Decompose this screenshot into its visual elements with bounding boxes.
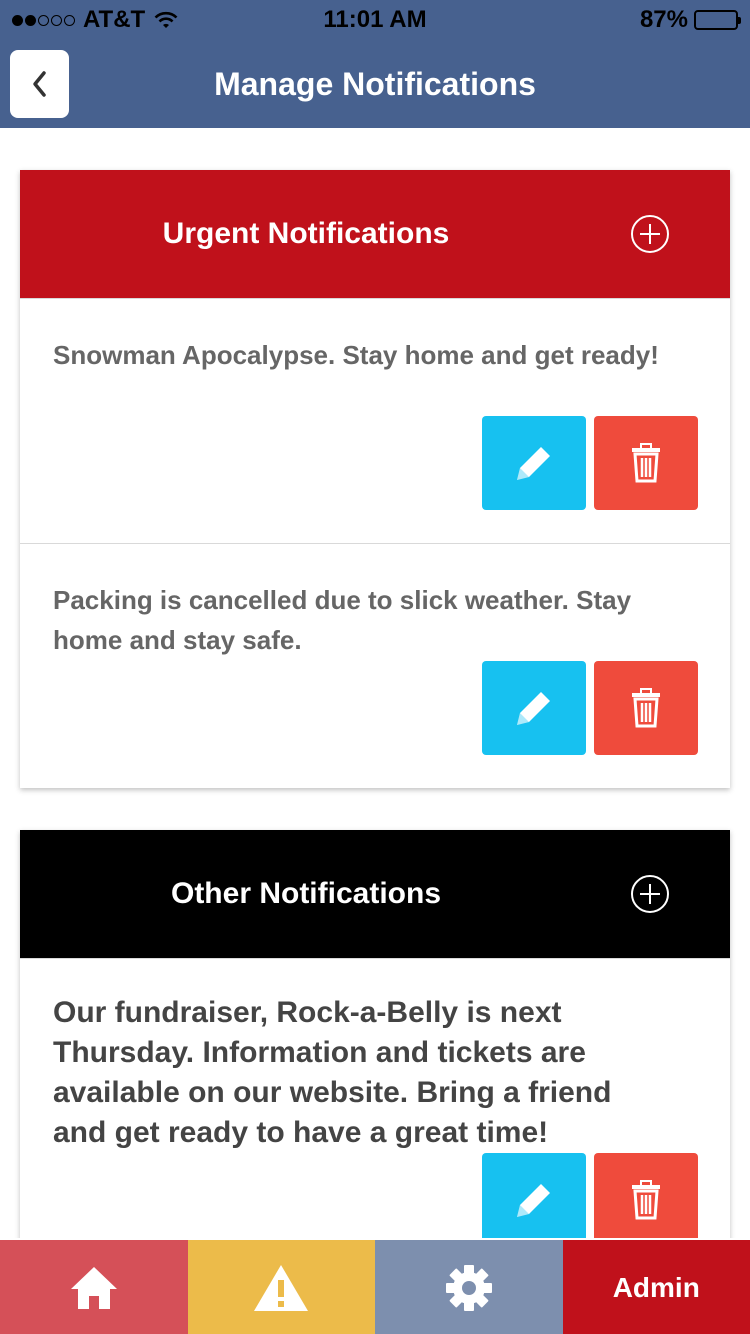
tab-bar: Admin [0, 1238, 750, 1334]
delete-button[interactable] [594, 661, 698, 755]
trash-icon [632, 443, 660, 483]
urgent-notifications-title: Urgent Notifications [162, 217, 450, 250]
tab-settings[interactable] [375, 1240, 563, 1334]
clock: 11:01 AM [323, 6, 427, 33]
home-icon [70, 1267, 117, 1309]
edit-button[interactable] [482, 416, 586, 510]
add-urgent-notification-icon[interactable] [630, 214, 670, 254]
list-item: Our fundraiser, Rock-a-Belly is next Thu… [20, 958, 730, 1250]
battery-percent: 87% [639, 6, 688, 33]
status-bar: AT&T 11:01 AM 87% [0, 0, 750, 40]
page-title: Manage Notifications [214, 66, 536, 102]
chevron-left-icon [32, 71, 46, 97]
tab-admin[interactable]: Admin [562, 1240, 750, 1334]
notification-text: Snowman Apocalypse. Stay home and get re… [53, 340, 659, 370]
warning-icon [254, 1265, 309, 1311]
pencil-icon [517, 1184, 550, 1217]
battery-icon [694, 10, 741, 30]
other-notifications-card: Other Notifications Our fundraiser, Rock… [20, 830, 730, 1250]
gear-icon [445, 1265, 492, 1311]
urgent-notifications-header: Urgent Notifications [20, 170, 730, 298]
other-notifications-header: Other Notifications [20, 830, 730, 958]
delete-button[interactable] [594, 416, 698, 510]
list-item: Packing is cancelled due to slick weathe… [20, 543, 730, 788]
trash-icon [632, 1180, 660, 1220]
back-button[interactable] [10, 50, 69, 118]
tab-alerts[interactable] [187, 1240, 375, 1334]
battery-status: 87% [639, 6, 741, 34]
tab-admin-label: Admin [612, 1272, 700, 1303]
notification-text: Our fundraiser, Rock-a-Belly is next Thu… [53, 996, 612, 1149]
urgent-notifications-card: Urgent Notifications Snowman Apocalypse.… [20, 170, 730, 788]
trash-icon [632, 688, 660, 728]
notification-text: Packing is cancelled due to slick weathe… [53, 585, 632, 655]
add-other-notification-icon[interactable] [630, 874, 670, 914]
nav-bar: Manage Notifications [0, 40, 750, 128]
delete-button[interactable] [594, 1153, 698, 1247]
other-notifications-title: Other Notifications [170, 877, 441, 910]
pencil-icon [517, 692, 550, 725]
tab-home[interactable] [0, 1240, 188, 1334]
pencil-icon [517, 447, 550, 480]
edit-button[interactable] [482, 1153, 586, 1247]
list-item: Snowman Apocalypse. Stay home and get re… [20, 298, 730, 543]
edit-button[interactable] [482, 661, 586, 755]
